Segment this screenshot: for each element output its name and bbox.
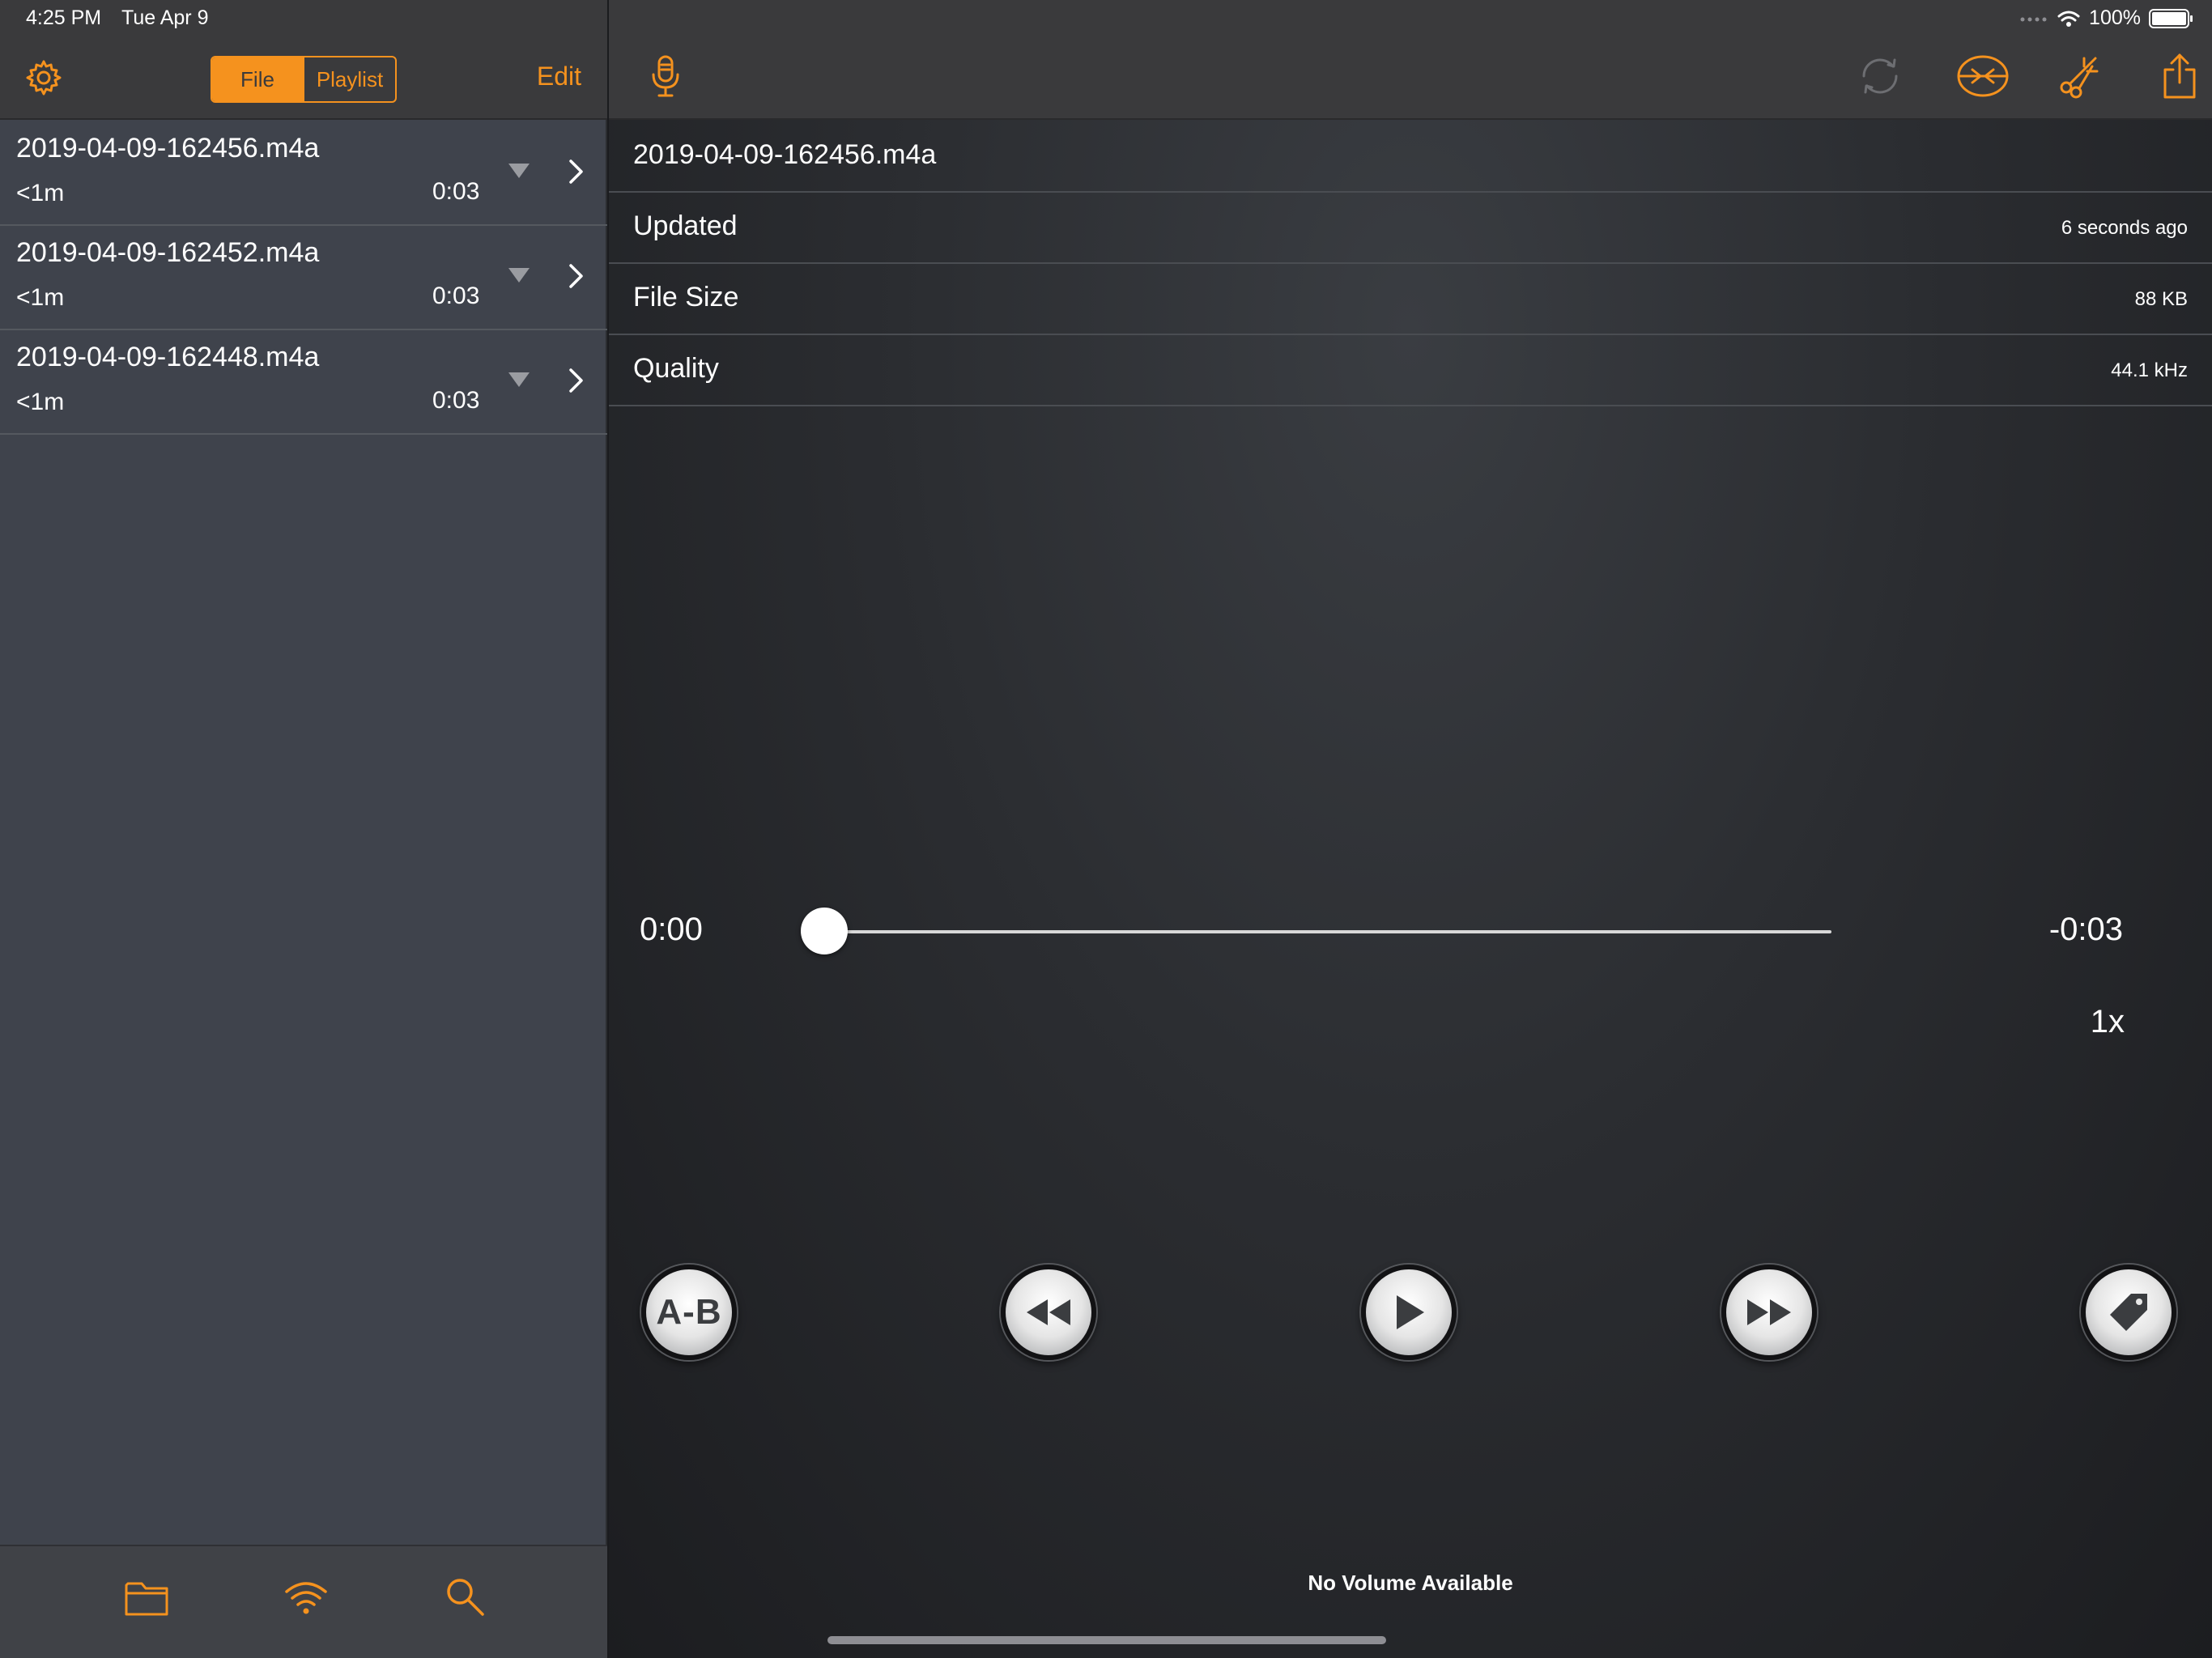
search-icon[interactable] xyxy=(439,1571,491,1622)
gear-icon[interactable] xyxy=(24,58,63,97)
folder-icon[interactable] xyxy=(121,1571,173,1622)
rewind-icon xyxy=(1027,1299,1070,1325)
status-time: 4:25 PM xyxy=(26,6,102,29)
ab-label: A-B xyxy=(656,1292,722,1332)
file-name: 2019-04-09-162456.m4a xyxy=(16,133,320,164)
file-row[interactable]: 2019-04-09-162448.m4a <1m 0:03 xyxy=(0,330,607,435)
rewind-button[interactable] xyxy=(1001,1265,1096,1360)
detail-row-updated: Updated 6 seconds ago xyxy=(609,193,2212,264)
file-playlist-segmented-control: File Playlist xyxy=(211,56,397,103)
progress-slider-knob[interactable] xyxy=(801,908,848,954)
chevron-right-icon[interactable] xyxy=(567,158,586,185)
play-icon xyxy=(1397,1295,1424,1329)
triangle-down-icon[interactable] xyxy=(507,266,531,284)
detail-filename: 2019-04-09-162456.m4a xyxy=(633,139,937,170)
detail-row-file-size: File Size 88 KB xyxy=(609,264,2212,335)
scissors-icon[interactable] xyxy=(2055,52,2104,100)
progress-slider-track[interactable] xyxy=(811,930,1831,933)
file-row[interactable]: 2019-04-09-162456.m4a <1m 0:03 xyxy=(0,121,607,226)
file-row[interactable]: 2019-04-09-162452.m4a <1m 0:03 xyxy=(0,226,607,330)
microphone-icon[interactable] xyxy=(641,52,690,100)
battery-icon xyxy=(2149,8,2193,28)
segment-file[interactable]: File xyxy=(212,57,303,101)
chevron-right-icon[interactable] xyxy=(567,262,586,290)
detail-value: 88 KB xyxy=(2134,288,2188,310)
app-root: 4:25 PM Tue Apr 9 File Playlist Edit 201… xyxy=(0,0,2212,1658)
edit-button[interactable]: Edit xyxy=(537,62,581,91)
playback-speed-button[interactable]: 1x xyxy=(2091,1004,2125,1040)
bottom-toolbar xyxy=(0,1545,607,1658)
wifi-icon[interactable] xyxy=(280,1571,332,1622)
file-list: 2019-04-09-162456.m4a <1m 0:03 2019-04-0… xyxy=(0,121,607,435)
detail-filename-row: 2019-04-09-162456.m4a xyxy=(609,121,2212,193)
tag-icon xyxy=(2110,1294,2147,1331)
segment-playlist[interactable]: Playlist xyxy=(303,57,395,101)
battery-percent: 100% xyxy=(2089,6,2141,29)
status-date: Tue Apr 9 xyxy=(121,6,209,29)
volume-status: No Volume Available xyxy=(1308,1571,1513,1595)
detail-label: Quality xyxy=(633,353,719,384)
file-age: <1m xyxy=(16,389,65,415)
file-duration: 0:03 xyxy=(432,387,480,414)
detail-label: File Size xyxy=(633,282,739,312)
ab-repeat-button[interactable]: A-B xyxy=(641,1265,737,1360)
current-time: 0:00 xyxy=(640,912,703,947)
fast-forward-button[interactable] xyxy=(1721,1265,1817,1360)
detail-value: 44.1 kHz xyxy=(2111,359,2188,381)
sync-icon[interactable] xyxy=(1856,52,1904,100)
status-indicators: 100% xyxy=(2019,6,2193,30)
file-age: <1m xyxy=(16,180,65,206)
file-name: 2019-04-09-162452.m4a xyxy=(16,237,320,268)
home-indicator[interactable] xyxy=(827,1636,1386,1644)
fast-forward-icon xyxy=(1747,1299,1791,1325)
remaining-time: -0:03 xyxy=(2048,912,2123,947)
file-age: <1m xyxy=(16,284,65,311)
file-browser-panel: 4:25 PM Tue Apr 9 File Playlist Edit 201… xyxy=(0,0,607,1658)
detail-value: 6 seconds ago xyxy=(2061,217,2188,239)
wifi-status-icon xyxy=(2057,11,2080,27)
play-button[interactable] xyxy=(1361,1265,1457,1360)
detail-row-quality: Quality 44.1 kHz xyxy=(609,335,2212,406)
file-duration: 0:03 xyxy=(432,178,480,205)
share-icon[interactable] xyxy=(2155,52,2204,100)
player-header: 100% xyxy=(609,0,2212,120)
triangle-down-icon[interactable] xyxy=(507,162,531,180)
left-header: 4:25 PM Tue Apr 9 File Playlist Edit xyxy=(0,0,607,120)
bookmark-tag-button[interactable] xyxy=(2081,1265,2176,1360)
chevron-right-icon[interactable] xyxy=(567,367,586,394)
detail-label: Updated xyxy=(633,210,738,241)
triangle-down-icon[interactable] xyxy=(507,371,531,389)
cellular-dots-icon xyxy=(2020,17,2047,21)
player-panel: 100% 2019-04-09-162456.m4a Updated 6 sec… xyxy=(609,0,2212,1658)
file-duration: 0:03 xyxy=(432,283,480,309)
convert-icon[interactable] xyxy=(1955,52,2011,100)
file-name: 2019-04-09-162448.m4a xyxy=(16,342,320,372)
